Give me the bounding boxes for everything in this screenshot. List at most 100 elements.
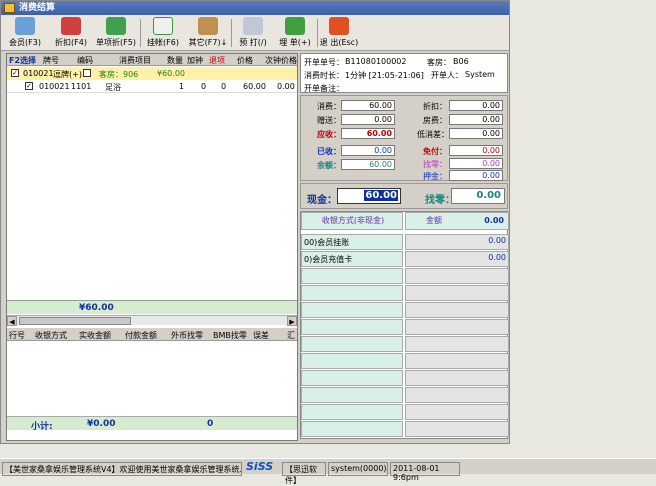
group-checkbox-2[interactable] bbox=[83, 69, 91, 77]
col-tag[interactable]: 牌号 bbox=[43, 55, 59, 66]
table-row[interactable]: ✓ 010021 1101 足浴 1 0 0 60.00 0.00 bbox=[7, 80, 297, 93]
receivable-value: 60.00 bbox=[341, 128, 395, 139]
group-amount: ¥60.00 bbox=[157, 69, 185, 78]
gift-value: 0.00 bbox=[341, 114, 395, 125]
pcol-fx-change[interactable]: 外币找零 bbox=[171, 330, 203, 341]
pcol-bmb-change[interactable]: BMB找零 bbox=[213, 330, 247, 341]
checkout-icon bbox=[285, 17, 305, 35]
scroll-thumb[interactable] bbox=[19, 317, 131, 325]
pay-method-name: 00)会员挂账 bbox=[301, 234, 403, 250]
preprint-button[interactable]: 预 打(/) bbox=[233, 17, 273, 49]
amounts-panel: 消费： 60.00 折扣： 0.00 赠送： 0.00 房费： 0.00 应收：… bbox=[300, 95, 508, 181]
pay-method-row-empty[interactable] bbox=[301, 421, 509, 437]
member-icon bbox=[15, 17, 35, 35]
col-code[interactable]: 编码 bbox=[77, 55, 93, 66]
room-value: B06 bbox=[453, 57, 469, 66]
detail-pane: 开单单号： B11080100002 客房： B06 消费时长： 1分钟 [21… bbox=[300, 53, 509, 441]
receivable-label: 应收： bbox=[317, 130, 341, 139]
cash-row: 现金： 60.00 找零： 0.00 bbox=[300, 183, 508, 209]
grid-total-value: ¥60.00 bbox=[79, 303, 114, 313]
small-change-label: 找零： bbox=[423, 160, 447, 169]
row-price: 60.00 bbox=[243, 82, 266, 91]
other-button[interactable]: 其它(F7)↓ bbox=[187, 17, 229, 49]
order-no-label: 开单单号： bbox=[304, 58, 344, 67]
exit-icon bbox=[329, 17, 349, 35]
payments-grid-header: 行号 收银方式 实收金额 付款金额 外币找零 BMB找零 误差 汇 bbox=[7, 328, 297, 341]
change-value: 0.00 bbox=[451, 188, 505, 204]
row-qty: 1 bbox=[179, 82, 185, 91]
deposit-value: 0.00 bbox=[449, 170, 503, 181]
pay-head-method: 收银方式(非现金) bbox=[301, 212, 403, 230]
group-row[interactable]: ✓ 010021 逗牌(+) 客房：906 ¥60.00 bbox=[7, 67, 297, 80]
col-item[interactable]: 消费项目 bbox=[119, 55, 151, 66]
checkout-button[interactable]: 埋 单(+) bbox=[275, 17, 315, 49]
pay-method-row-empty[interactable] bbox=[301, 268, 509, 284]
pcol-rate[interactable]: 汇 bbox=[287, 330, 295, 341]
settlement-window: 消费结算 会员(F3) 折扣(F4) 单项折(F5) 挂帐(F6) 其它(F7)… bbox=[0, 0, 510, 444]
free-value: 0.00 bbox=[449, 145, 503, 156]
on-account-button[interactable]: 挂帐(F6) bbox=[143, 17, 183, 49]
col-qty[interactable]: 数量 bbox=[167, 55, 183, 66]
discount-icon bbox=[61, 17, 81, 35]
pay-method-row-empty[interactable] bbox=[301, 285, 509, 301]
pay-method-row-empty[interactable] bbox=[301, 387, 509, 403]
grid-total: ¥60.00 bbox=[7, 300, 297, 314]
minimum-value: 0.00 bbox=[449, 128, 503, 139]
item-discount-icon bbox=[106, 17, 126, 35]
pay-method-row-empty[interactable] bbox=[301, 336, 509, 352]
on-account-icon bbox=[153, 17, 173, 35]
pay-method-row[interactable]: 0)会员充值卡 0.00 bbox=[301, 251, 509, 267]
col-second-price[interactable]: 次钟价格 bbox=[265, 55, 297, 66]
pcol-method[interactable]: 收银方式 bbox=[35, 330, 67, 341]
col-extra[interactable]: 加钟 bbox=[187, 55, 203, 66]
group-checkbox[interactable]: ✓ bbox=[11, 69, 19, 77]
pay-method-amount[interactable]: 0.00 bbox=[405, 234, 509, 250]
received-value: 0.00 bbox=[341, 145, 395, 156]
pay-method-row-empty[interactable] bbox=[301, 404, 509, 420]
order-no: B11080100002 bbox=[345, 57, 407, 66]
scroll-right-icon[interactable]: ▶ bbox=[287, 316, 297, 326]
pay-head-amount: 金额 bbox=[426, 216, 442, 225]
horizontal-scrollbar[interactable]: ◀ ▶ bbox=[7, 315, 297, 326]
pay-methods-header: 收银方式(非现金) 金额 0.00 bbox=[301, 212, 509, 230]
pay-method-row[interactable]: 00)会员挂账 0.00 bbox=[301, 234, 509, 250]
received-label: 已收： bbox=[317, 147, 341, 156]
items-grid: F2选择 牌号 编码 消费项目 数量 加钟 退项 价格 次钟价格 ✓ 01002… bbox=[6, 53, 298, 441]
pcol-paid[interactable]: 付款金额 bbox=[125, 330, 157, 341]
gift-label: 赠送： bbox=[317, 116, 341, 125]
pcol-error[interactable]: 误差 bbox=[253, 330, 269, 341]
siss-logo: SiSS bbox=[246, 460, 274, 473]
toolbar-separator bbox=[231, 19, 232, 47]
pcol-received[interactable]: 实收金额 bbox=[79, 330, 111, 341]
pcol-line[interactable]: 行号 bbox=[9, 330, 25, 341]
roomfee-label: 房费： bbox=[423, 116, 447, 125]
group-id: 010021 bbox=[23, 69, 54, 78]
row-checkbox[interactable]: ✓ bbox=[25, 82, 33, 90]
window-titlebar: 消费结算 bbox=[1, 1, 509, 15]
balance-value: 60.00 bbox=[341, 159, 395, 170]
row-second-price: 0.00 bbox=[277, 82, 295, 91]
consume-value: 60.00 bbox=[341, 100, 395, 111]
pay-method-amount[interactable]: 0.00 bbox=[405, 251, 509, 267]
col-price[interactable]: 价格 bbox=[237, 55, 253, 66]
exit-button[interactable]: 退 出(Esc) bbox=[319, 17, 359, 49]
printer-icon bbox=[243, 17, 263, 35]
pay-method-row-empty[interactable] bbox=[301, 370, 509, 386]
cash-value: 60.00 bbox=[364, 190, 398, 201]
cash-input[interactable]: 60.00 bbox=[337, 188, 401, 204]
discount-button[interactable]: 折扣(F4) bbox=[51, 17, 91, 49]
room-label: 客房： bbox=[427, 58, 451, 67]
item-discount-button[interactable]: 单项折(F5) bbox=[95, 17, 137, 49]
col-return[interactable]: 退项 bbox=[209, 55, 225, 66]
pay-method-row-empty[interactable] bbox=[301, 319, 509, 335]
member-button[interactable]: 会员(F3) bbox=[5, 17, 45, 49]
discount-value: 0.00 bbox=[449, 100, 503, 111]
row-id: 010021 bbox=[39, 82, 70, 91]
pay-method-row-empty[interactable] bbox=[301, 302, 509, 318]
pay-method-row-empty[interactable] bbox=[301, 353, 509, 369]
subtotal-label: 小计: bbox=[31, 422, 53, 432]
free-label: 免付： bbox=[423, 147, 447, 156]
scroll-left-icon[interactable]: ◀ bbox=[7, 316, 17, 326]
group-room: 客房：906 bbox=[99, 70, 139, 79]
col-select[interactable]: F2选择 bbox=[9, 55, 36, 66]
